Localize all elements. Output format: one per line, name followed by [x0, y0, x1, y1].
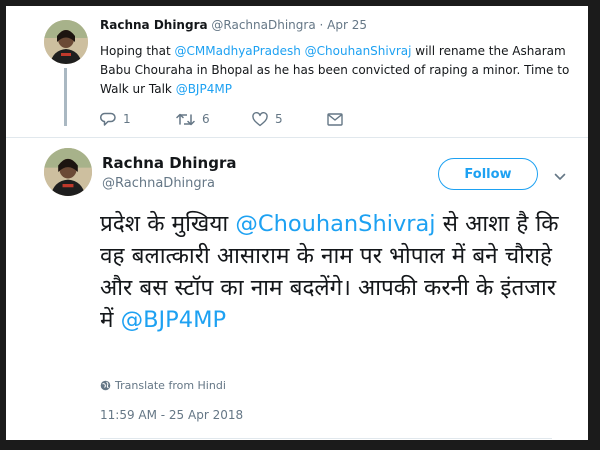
reply-context-tweet[interactable]: Rachna Dhingra @RachnaDhingra · Apr 25 H… [6, 6, 588, 136]
reply-icon [100, 112, 116, 126]
reply-button[interactable]: 1 [100, 110, 131, 128]
mention-link[interactable]: @CMMadhyaPradesh [175, 44, 301, 58]
reply-count: 1 [123, 112, 131, 126]
tweet-text: प्रदेश के मुखिया @ChouhanShivraj से आशा … [100, 208, 570, 336]
tweet-divider [100, 438, 552, 439]
mention-link[interactable]: @BJP4MP [176, 82, 232, 96]
more-options-button[interactable] [554, 166, 566, 185]
text-segment: प्रदेश के मुखिया [100, 211, 236, 237]
retweet-count: 6 [202, 112, 210, 126]
display-name[interactable]: Rachna Dhingra [102, 154, 236, 172]
translate-link[interactable]: Translate from Hindi [100, 379, 226, 392]
screenshot-frame: Rachna Dhingra @RachnaDhingra · Apr 25 H… [0, 0, 600, 450]
like-count: 5 [275, 112, 283, 126]
user-handle[interactable]: @RachnaDhingra [102, 176, 215, 191]
display-name[interactable]: Rachna Dhingra [100, 18, 208, 32]
text-segment: Hoping that [100, 44, 175, 58]
heart-icon [252, 111, 268, 126]
mention-link[interactable]: @ChouhanShivraj [235, 211, 435, 237]
tweet-header: Rachna Dhingra @RachnaDhingra · Apr 25 [100, 18, 367, 32]
mention-link[interactable]: @BJP4MP [121, 307, 226, 333]
chevron-down-icon [554, 173, 566, 180]
envelope-icon [327, 112, 343, 126]
retweet-button[interactable]: 6 [176, 110, 210, 128]
retweet-icon [176, 113, 195, 125]
avatar[interactable] [44, 20, 88, 64]
mention-link[interactable]: @ChouhanShivraj [305, 44, 412, 58]
thread-connector-line [64, 68, 67, 126]
handle-and-date[interactable]: @RachnaDhingra · Apr 25 [211, 18, 367, 32]
avatar[interactable] [44, 148, 92, 196]
globe-icon [100, 380, 111, 391]
direct-message-button[interactable] [327, 110, 343, 128]
like-button[interactable]: 5 [252, 110, 283, 128]
tweet-divider [6, 137, 588, 138]
follow-button[interactable]: Follow [438, 158, 538, 190]
translate-label: Translate from Hindi [115, 379, 226, 392]
tweet-text: Hoping that @CMMadhyaPradesh @ChouhanShi… [100, 42, 570, 99]
tweet-timestamp[interactable]: 11:59 AM - 25 Apr 2018 [100, 408, 243, 422]
